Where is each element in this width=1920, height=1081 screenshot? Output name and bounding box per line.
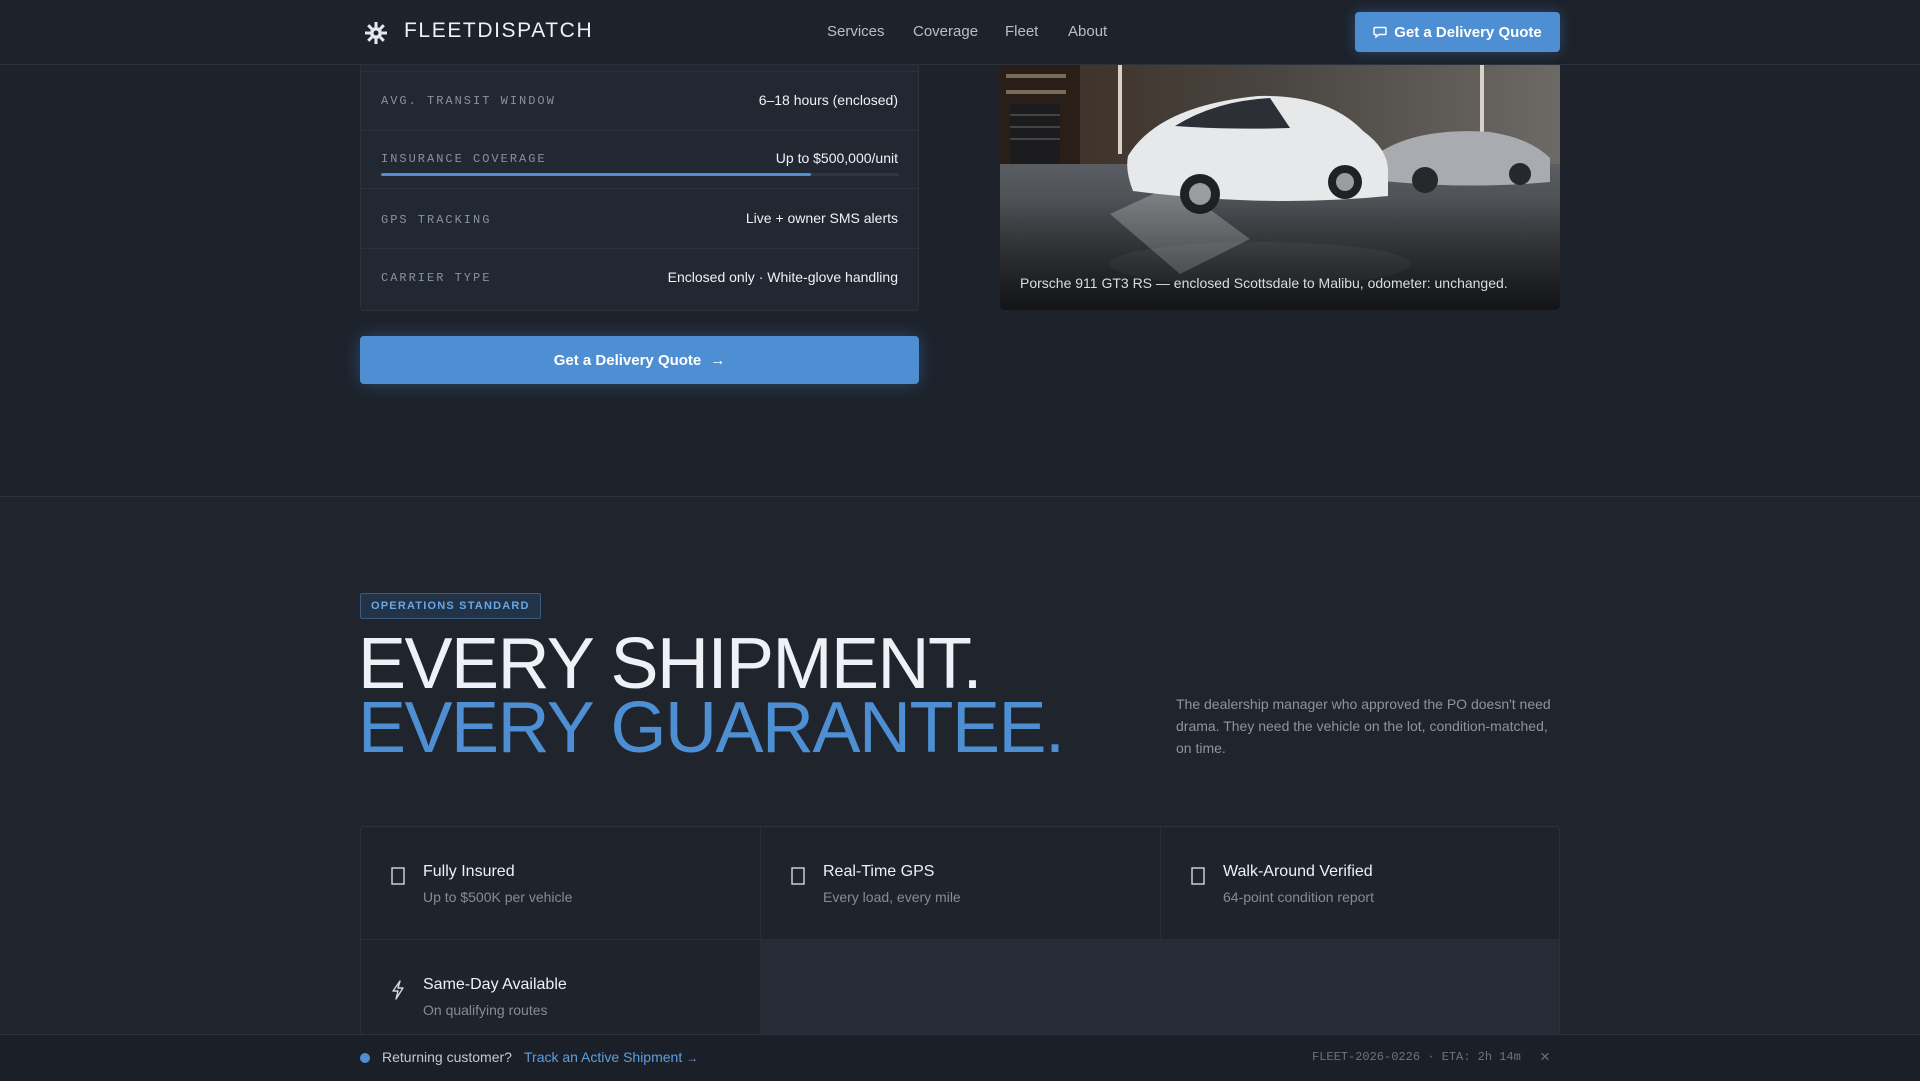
feature-title: Same-Day Available (423, 976, 567, 993)
feature-title: Real-Time GPS (823, 863, 935, 880)
brand-name[interactable]: FLEETDISPATCH (404, 19, 593, 43)
top-nav: FLEETDISPATCH Services Coverage Fleet Ab… (0, 0, 1920, 65)
nav-quote-button[interactable]: Get a Delivery Quote (1355, 12, 1560, 52)
spec-label: CARRIER TYPE (381, 271, 492, 285)
main-quote-label: Get a Delivery Quote (553, 351, 702, 369)
nav-link-about[interactable]: About (1068, 23, 1107, 40)
checklist-icon (1191, 867, 1205, 885)
returning-customer-prompt: Returning customer? (382, 1049, 512, 1065)
lightning-icon (392, 980, 404, 1000)
spec-label: AVG. TRANSIT WINDOW (381, 94, 556, 108)
spec-row-carrier: CARRIER TYPE Enclosed only · White-glove… (361, 248, 918, 311)
spec-panel: AVG. TRANSIT WINDOW 6–18 hours (enclosed… (360, 64, 919, 311)
feature-title: Fully Insured (423, 863, 515, 880)
nav-link-services[interactable]: Services (827, 23, 885, 40)
spec-label: GPS TRACKING (381, 213, 492, 227)
shipment-eta-readout: FLEET-2026-0226 · ETA: 2h 14m (1312, 1050, 1521, 1064)
feature-subtitle: Every load, every mile (823, 889, 961, 905)
feature-subtitle: Up to $500K per vehicle (423, 889, 573, 905)
section-eyebrow-badge: OPERATIONS STANDARD (360, 593, 541, 619)
spec-value: Live + owner SMS alerts (745, 210, 898, 226)
features-grid: Fully Insured Up to $500K per vehicle Re… (360, 826, 1560, 1036)
nav-quote-label: Get a Delivery Quote (1394, 23, 1542, 41)
spec-label: INSURANCE COVERAGE (381, 152, 547, 166)
arrow-right-icon: → (686, 1051, 699, 1065)
nav-link-fleet[interactable]: Fleet (1005, 23, 1038, 40)
vehicle-photo: Porsche 911 GT3 RS — enclosed Scottsdale… (1000, 64, 1560, 310)
feature-subtitle: On qualifying routes (423, 1002, 548, 1018)
returning-customer-bar: Returning customer? Track an Active Ship… (0, 1034, 1920, 1081)
feature-card-same-day: Same-Day Available On qualifying routes (361, 940, 760, 1035)
section-headline-line-2: EVERY GUARANTEE. (358, 688, 1065, 768)
insurance-progress-fill (381, 173, 811, 176)
track-shipment-label: Track an Active Shipment (524, 1049, 683, 1065)
spec-row-gps: GPS TRACKING Live + owner SMS alerts (361, 188, 918, 249)
close-icon[interactable]: × (1540, 1047, 1550, 1067)
spec-value: Up to $500,000/unit (775, 150, 898, 166)
photo-caption: Porsche 911 GT3 RS — enclosed Scottsdale… (1020, 275, 1508, 291)
logo-icon[interactable] (363, 20, 389, 46)
section-intro-text: The dealership manager who approved the … (1176, 696, 1551, 756)
main-quote-button[interactable]: Get a Delivery Quote → (360, 336, 919, 384)
spec-value: 6–18 hours (enclosed) (758, 92, 898, 108)
feature-card-insured: Fully Insured Up to $500K per vehicle (361, 827, 760, 939)
arrow-right-icon: → (710, 351, 726, 369)
feature-title: Walk-Around Verified (1223, 863, 1373, 880)
feature-card-gps: Real-Time GPS Every load, every mile (761, 827, 1160, 939)
feature-subtitle: 64-point condition report (1223, 889, 1374, 905)
garage-photo-illustration (1000, 64, 1560, 310)
feature-card-walkaround: Walk-Around Verified 64-point condition … (1161, 827, 1559, 939)
nav-link-coverage[interactable]: Coverage (913, 23, 978, 40)
gps-pin-icon (791, 867, 805, 885)
spec-row-transit: AVG. TRANSIT WINDOW 6–18 hours (enclosed… (361, 71, 918, 130)
shield-icon (391, 867, 405, 885)
insurance-progress-bar (381, 173, 899, 176)
spec-value: Enclosed only · White-glove handling (667, 269, 898, 285)
track-shipment-link[interactable]: Track an Active Shipment → (524, 1049, 698, 1065)
chat-bubble-icon (1373, 26, 1387, 39)
status-dot-icon (360, 1053, 370, 1063)
